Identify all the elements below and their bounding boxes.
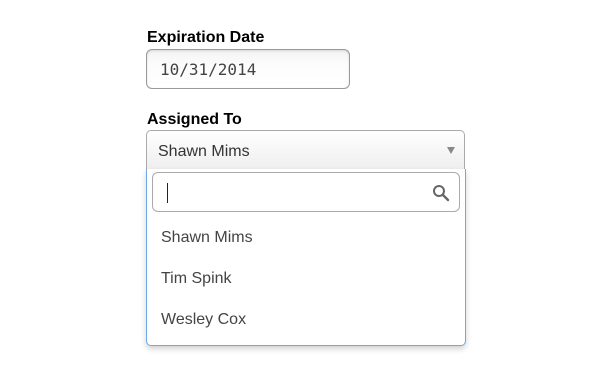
dropdown-options-list: Shawn Mims Tim Spink Wesley Cox (147, 217, 465, 340)
dropdown-search-box (152, 172, 460, 212)
assigned-to-label: Assigned To (147, 111, 242, 128)
option-wesley-cox[interactable]: Wesley Cox (147, 299, 465, 340)
expiration-date-input[interactable] (146, 49, 350, 89)
text-cursor (167, 183, 168, 203)
expiration-date-label: Expiration Date (147, 29, 265, 46)
option-tim-spink[interactable]: Tim Spink (147, 258, 465, 299)
assigned-to-select[interactable]: Shawn Mims (146, 130, 465, 170)
assigned-to-dropdown: Shawn Mims Tim Spink Wesley Cox (146, 169, 466, 346)
assigned-to-selected-value: Shawn Mims (158, 143, 250, 160)
dropdown-search-input[interactable] (153, 173, 435, 211)
option-shawn-mims[interactable]: Shawn Mims (147, 217, 465, 258)
triangle-down-icon (447, 147, 455, 154)
search-icon (433, 185, 450, 202)
